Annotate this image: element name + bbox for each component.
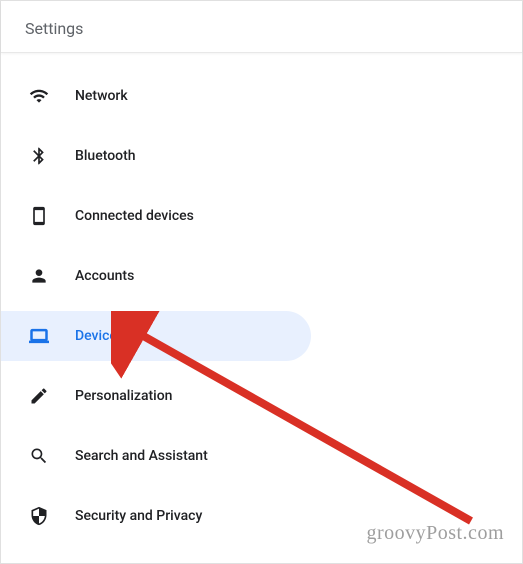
nav-label: Device [75,328,117,344]
page-title: Settings [25,19,498,38]
nav-label: Connected devices [75,208,194,224]
shield-icon [29,506,49,526]
nav-label: Accounts [75,268,134,284]
nav-label: Network [75,88,128,104]
settings-header: Settings [1,1,522,53]
bluetooth-icon [29,146,49,166]
nav-label: Search and Assistant [75,448,208,464]
nav-item-connected-devices[interactable]: Connected devices [1,191,522,241]
nav-label: Bluetooth [75,148,136,164]
settings-nav: Network Bluetooth Connected devices Acco… [1,53,522,541]
person-icon [29,266,49,286]
wifi-icon [29,86,49,106]
devices-icon [29,206,49,226]
nav-item-bluetooth[interactable]: Bluetooth [1,131,522,181]
watermark: groovyPost.com [366,522,504,545]
nav-item-search-assistant[interactable]: Search and Assistant [1,431,522,481]
laptop-icon [29,326,49,346]
nav-label: Security and Privacy [75,508,202,524]
search-icon [29,446,49,466]
nav-item-personalization[interactable]: Personalization [1,371,522,421]
nav-item-accounts[interactable]: Accounts [1,251,522,301]
nav-label: Personalization [75,388,172,404]
nav-item-device[interactable]: Device [1,311,311,361]
edit-icon [29,386,49,406]
nav-item-network[interactable]: Network [1,71,522,121]
